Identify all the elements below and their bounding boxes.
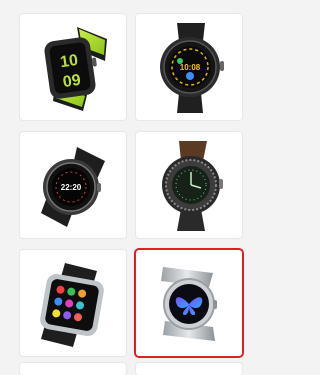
watch-face-time: 22:20 — [61, 183, 82, 192]
product-image-grid: 10 09 10:08 22:20 — [0, 0, 248, 375]
product-thumbnail-1[interactable]: 10 09 — [20, 14, 126, 120]
smartwatch-image: 10:08 — [160, 23, 224, 113]
product-thumbnail-6[interactable] — [136, 250, 242, 356]
smartwatch-image — [161, 267, 217, 341]
smartwatch-image: 22:20 — [41, 147, 105, 227]
product-thumbnail-5[interactable] — [20, 250, 126, 356]
smartwatch-image: 10 09 — [44, 27, 107, 111]
product-thumbnail-2[interactable]: 10:08 — [136, 14, 242, 120]
watch-face-minute: 09 — [62, 72, 82, 91]
watch-face-time: 10:08 — [180, 63, 201, 72]
watch-face-hour: 10 — [59, 52, 79, 71]
product-thumbnail-8[interactable] — [136, 363, 242, 375]
smartwatch-image — [40, 263, 104, 347]
product-thumbnail-3[interactable]: 22:20 — [20, 132, 126, 238]
product-thumbnail-4[interactable] — [136, 132, 242, 238]
smartwatch-image — [162, 141, 223, 231]
product-thumbnail-7[interactable] — [20, 363, 126, 375]
